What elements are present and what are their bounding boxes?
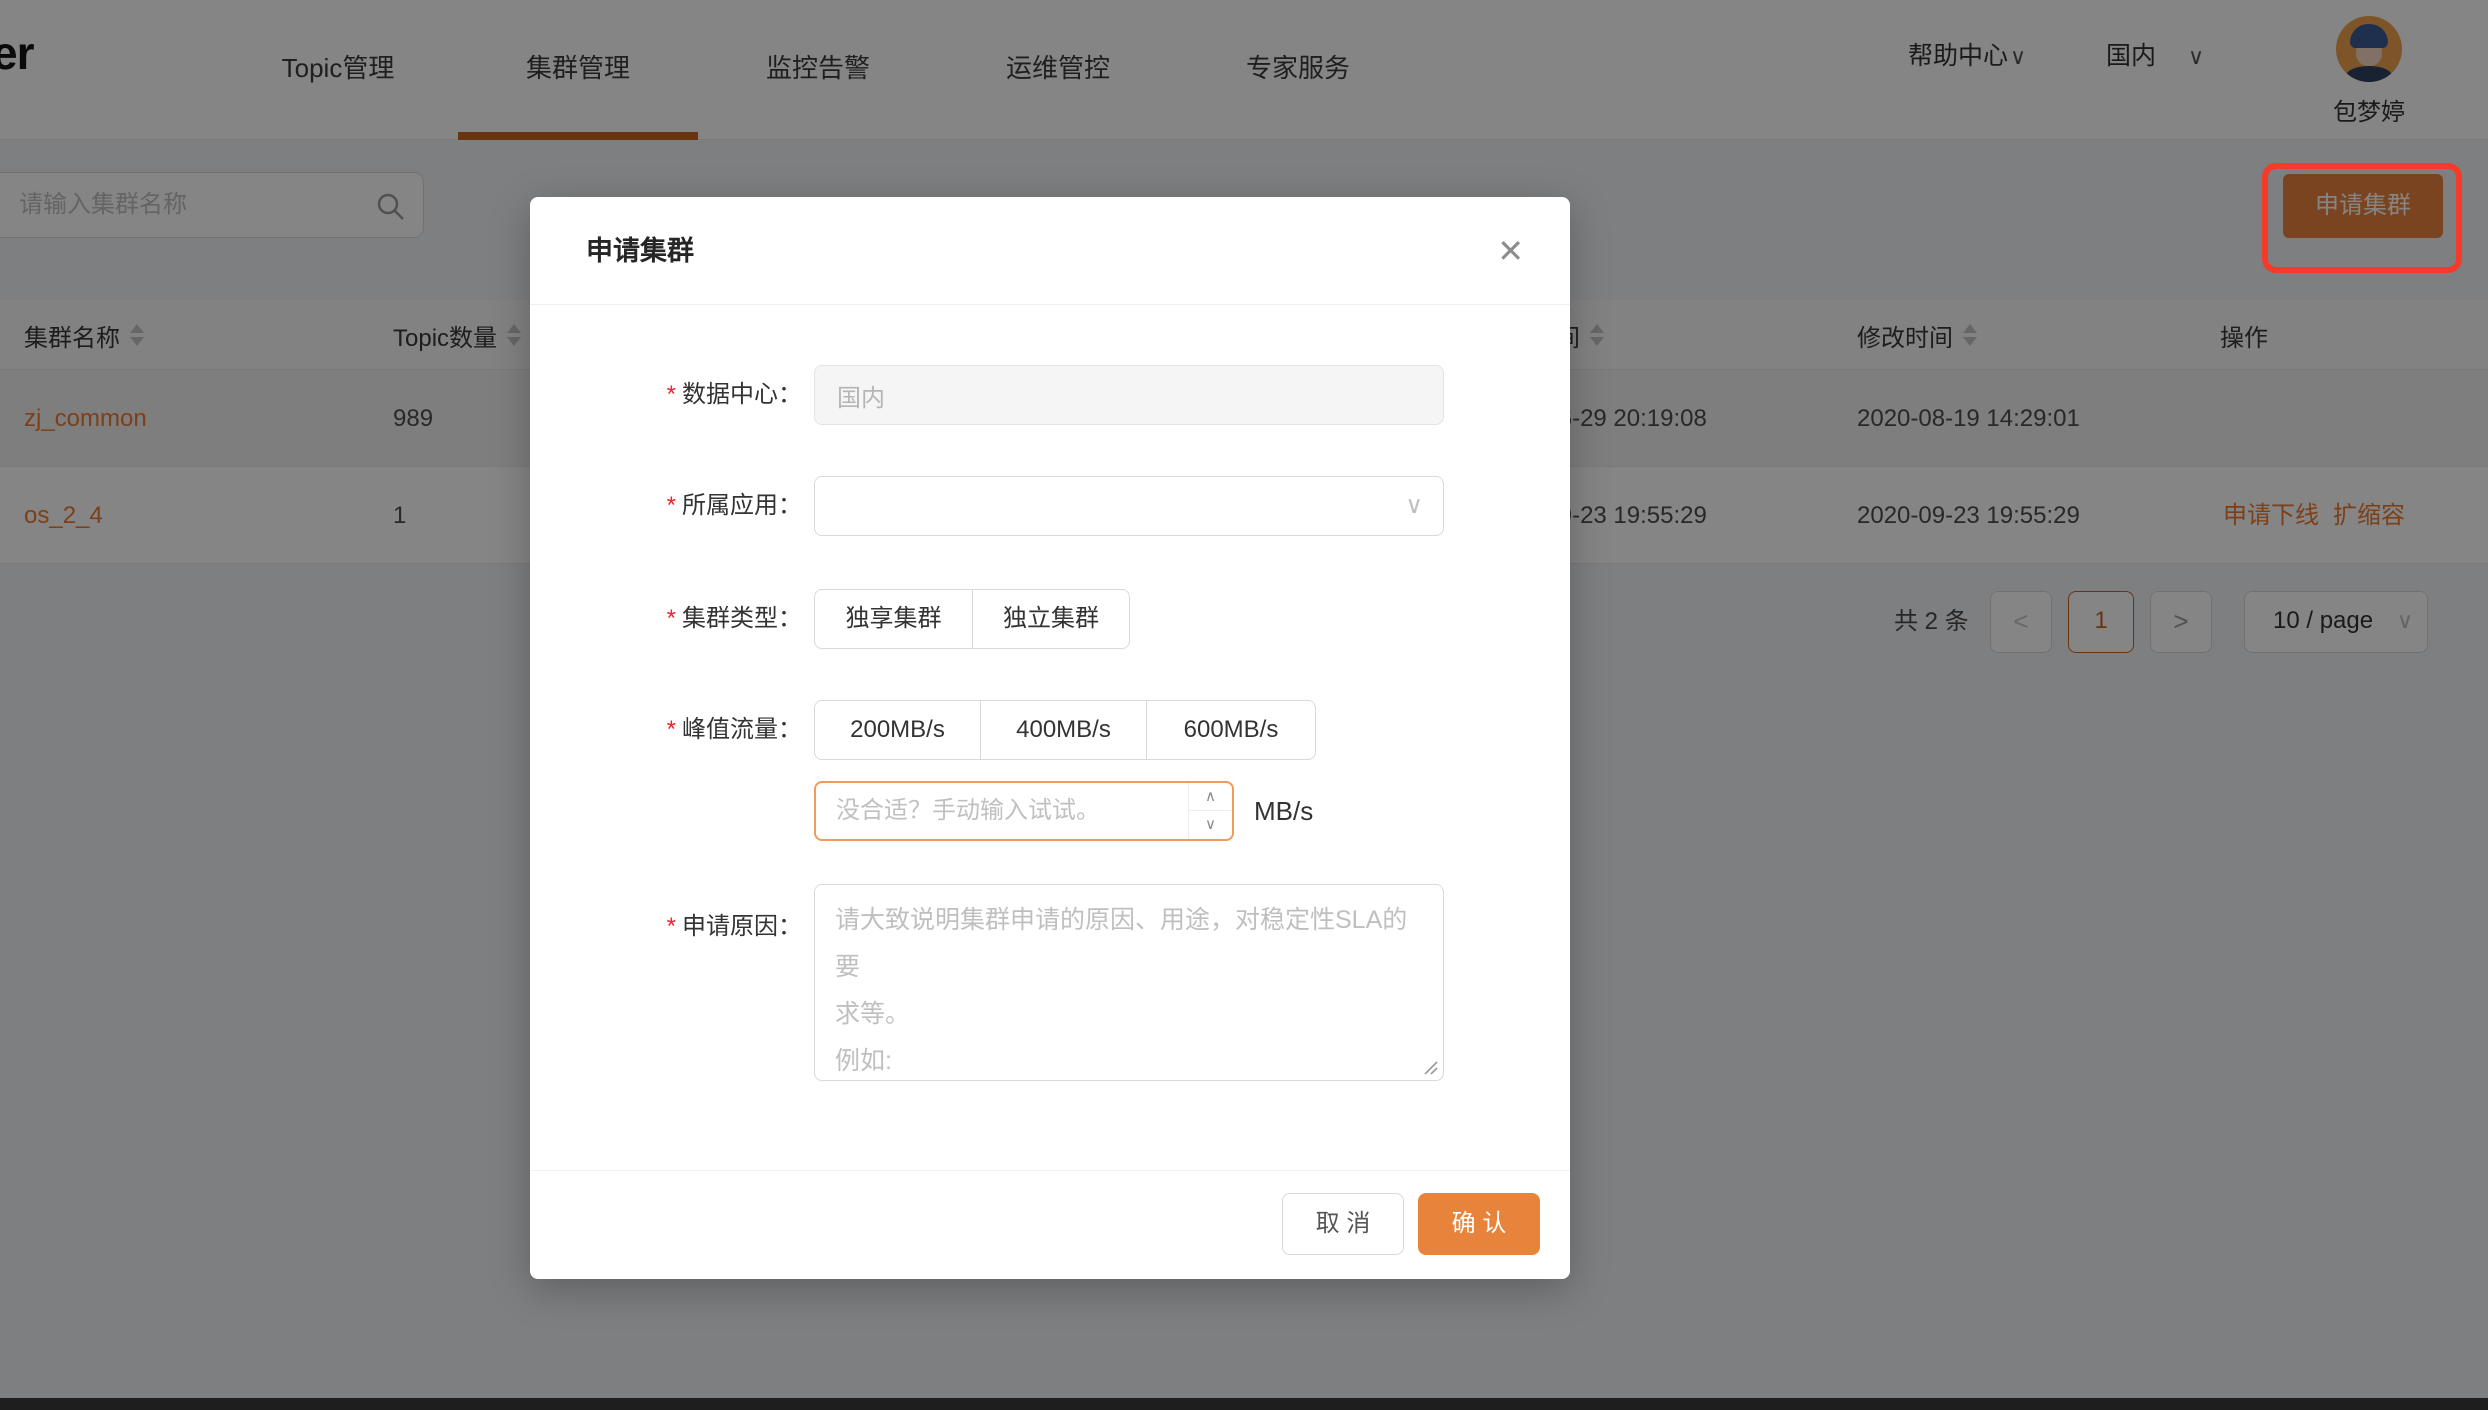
traffic-unit-label: MB/s (1254, 796, 1314, 826)
modal-title: 申请集群 (586, 236, 694, 266)
peak-400-button[interactable]: 400MB/s (980, 700, 1147, 760)
field-label-application: * 所属应用： (572, 476, 802, 536)
custom-traffic-input-wrap: ∧ ∨ (814, 781, 1234, 841)
application-select[interactable]: ∨ (814, 476, 1444, 536)
peak-600-button[interactable]: 600MB/s (1146, 700, 1316, 760)
apply-cluster-modal: 申请集群 ✕ *数据中心： *所属应用： ∨ *集群类型： 独享集群 独立集群 … (530, 197, 1570, 1279)
datacenter-input-wrap (814, 365, 1444, 425)
reason-placeholder: 请大致说明集群申请的原因、用途，对稳定性SLA的要 求等。 例如: 原因：xxx… (835, 906, 1408, 1075)
modal-header: 申请集群 ✕ (530, 197, 1570, 305)
datacenter-input (837, 366, 1443, 424)
field-label-cluster-type: * 集群类型： (572, 589, 802, 649)
modal-footer-divider (530, 1170, 1570, 1171)
annotation-highlight-box (2262, 163, 2462, 273)
stepper-down-icon[interactable]: ∨ (1189, 811, 1232, 839)
reason-textarea[interactable]: 请大致说明集群申请的原因、用途，对稳定性SLA的要 求等。 例如: 原因：xxx… (814, 884, 1444, 1081)
cancel-button[interactable]: 取 消 (1282, 1193, 1404, 1255)
label-text: 申请原因： (682, 913, 802, 940)
required-mark: * (666, 605, 676, 632)
app: er Topic管理 集群管理 监控告警 运维管控 专家服务 帮助中心∨ 国内 ∨… (0, 0, 2488, 1410)
cluster-type-exclusive-button[interactable]: 独享集群 (814, 589, 973, 649)
field-label-datacenter: * 数据中心： (572, 365, 802, 425)
stepper-up-icon[interactable]: ∧ (1189, 783, 1232, 811)
cluster-type-independent-button[interactable]: 独立集群 (972, 589, 1130, 649)
required-mark: * (666, 381, 676, 408)
required-mark: * (666, 913, 676, 940)
custom-traffic-input[interactable] (816, 783, 1186, 839)
close-icon[interactable]: ✕ (1497, 197, 1524, 305)
label-text: 峰值流量： (682, 716, 802, 743)
label-text: 所属应用： (682, 492, 802, 519)
field-label-peak-traffic: * 峰值流量： (572, 700, 802, 760)
required-mark: * (666, 716, 676, 743)
number-stepper: ∧ ∨ (1188, 783, 1232, 839)
label-text: 集群类型： (682, 605, 802, 632)
confirm-button[interactable]: 确 认 (1418, 1193, 1540, 1255)
resize-handle-icon[interactable] (1421, 1058, 1439, 1076)
required-mark: * (666, 492, 676, 519)
field-label-reason: * 申请原因： (572, 897, 802, 957)
peak-200-button[interactable]: 200MB/s (814, 700, 981, 760)
chevron-down-icon: ∨ (1405, 492, 1423, 519)
label-text: 数据中心： (682, 381, 802, 408)
